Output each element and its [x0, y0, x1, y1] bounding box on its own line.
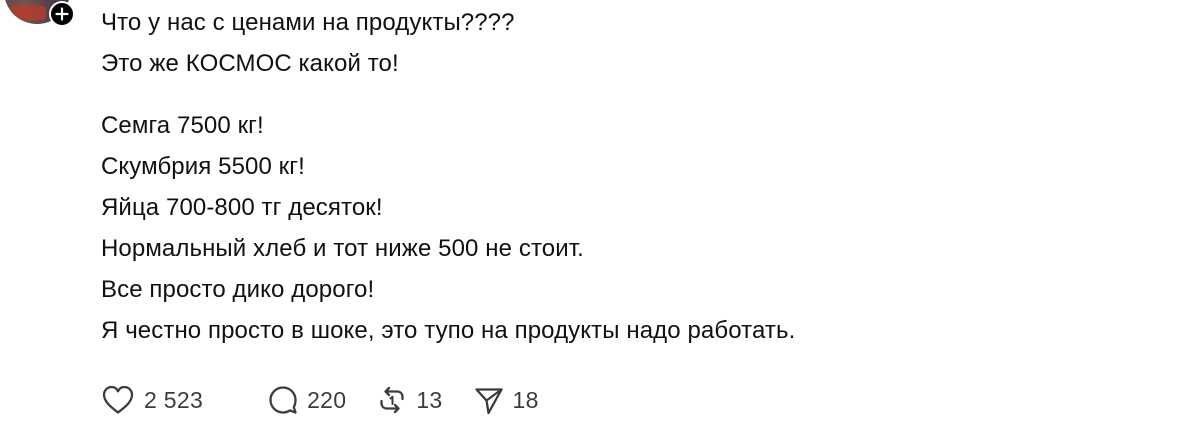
post-line: Нормальный хлеб и тот ниже 500 не стоит. — [101, 235, 584, 262]
reply-button[interactable]: 220 — [265, 382, 346, 418]
post-line: Яйца 700-800 тг десяток! — [101, 194, 383, 221]
post-line: Я честно просто в шоке, это тупо на прод… — [101, 317, 796, 344]
post-body: Что у нас с ценами на продукты???? Это ж… — [101, 2, 1161, 351]
plus-icon — [55, 7, 69, 21]
post-line: Что у нас с ценами на продукты???? — [101, 9, 515, 36]
post-line: Это же КОСМОС какой то! — [101, 50, 399, 77]
post-line: Семга 7500 кг! — [101, 112, 264, 139]
reply-count: 220 — [307, 386, 347, 413]
repost-icon — [374, 382, 410, 418]
like-button[interactable]: 2 523 — [100, 382, 203, 418]
send-icon — [471, 382, 507, 418]
share-button[interactable]: 18 — [471, 382, 539, 418]
share-count: 18 — [512, 386, 539, 413]
post-actions-bar: 2 523 220 13 18 — [100, 382, 567, 418]
comment-icon — [265, 382, 301, 418]
repost-button[interactable]: 13 — [374, 382, 442, 418]
post-line: Скумбрия 5500 кг! — [101, 153, 305, 180]
repost-count: 13 — [416, 386, 443, 413]
post-line: Все просто дико дорого! — [101, 276, 375, 303]
heart-icon — [100, 382, 136, 418]
author-avatar-area — [0, 0, 80, 30]
like-count: 2 523 — [144, 386, 204, 413]
follow-button[interactable] — [49, 1, 75, 27]
